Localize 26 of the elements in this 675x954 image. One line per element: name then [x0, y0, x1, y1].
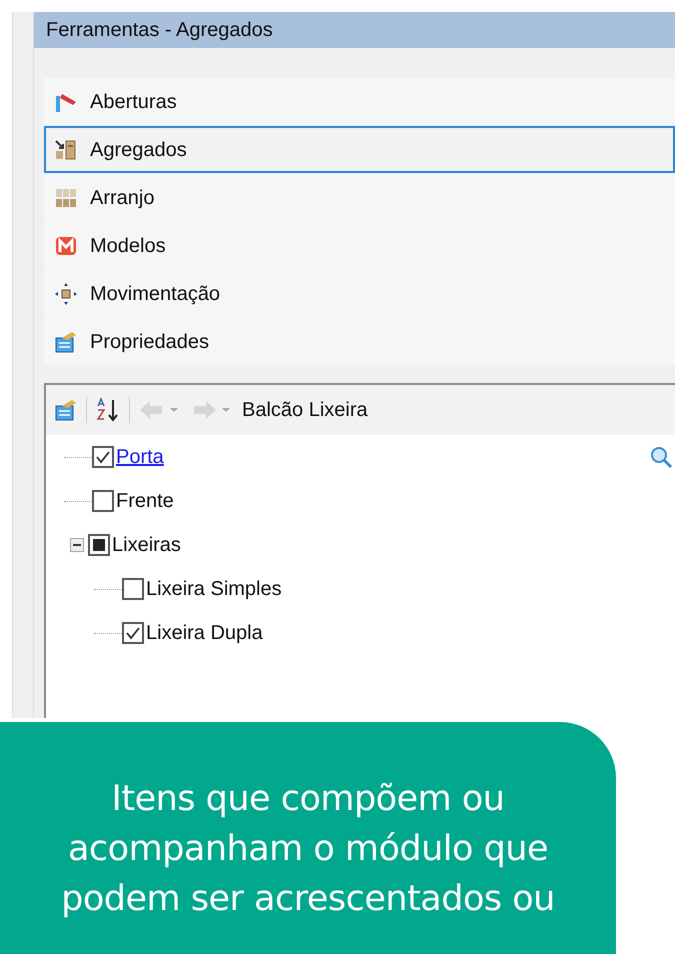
checkbox[interactable] [92, 490, 114, 512]
tree-item-link[interactable]: Porta [116, 442, 164, 472]
search-icon[interactable] [649, 445, 673, 469]
checkbox[interactable] [88, 534, 110, 556]
tool-item[interactable]: Agregados [44, 126, 675, 173]
callout-text: Itens que compõem ou acompanham o módulo que podem ser acrescentados ou [61, 778, 555, 921]
checkmark-icon [95, 449, 111, 465]
breadcrumb-path: Balcão Lixeira [242, 398, 368, 423]
tree-item-label[interactable]: Lixeiras [112, 530, 181, 560]
tree-item-label[interactable]: Frente [116, 486, 174, 516]
tool-item[interactable]: Arranjo [44, 174, 675, 221]
panel-title: Ferramentas - Agregados [34, 12, 675, 48]
tool-item[interactable]: Propriedades [44, 318, 675, 365]
tool-item[interactable]: Aberturas [44, 78, 675, 125]
properties-icon [54, 330, 78, 354]
collapse-toggle[interactable] [70, 538, 84, 552]
move-icon [54, 282, 78, 306]
checkbox[interactable] [122, 578, 144, 600]
checkbox[interactable] [92, 446, 114, 468]
tool-item[interactable]: Modelos [44, 222, 675, 269]
tree-item-label[interactable]: Lixeira Dupla [146, 618, 263, 648]
tree-item-label[interactable]: Lixeira Simples [146, 574, 282, 604]
aggregate-icon [54, 138, 78, 162]
checkmark-icon [125, 625, 141, 641]
tool-item[interactable]: Movimentação [44, 270, 675, 317]
checkbox[interactable] [122, 622, 144, 644]
